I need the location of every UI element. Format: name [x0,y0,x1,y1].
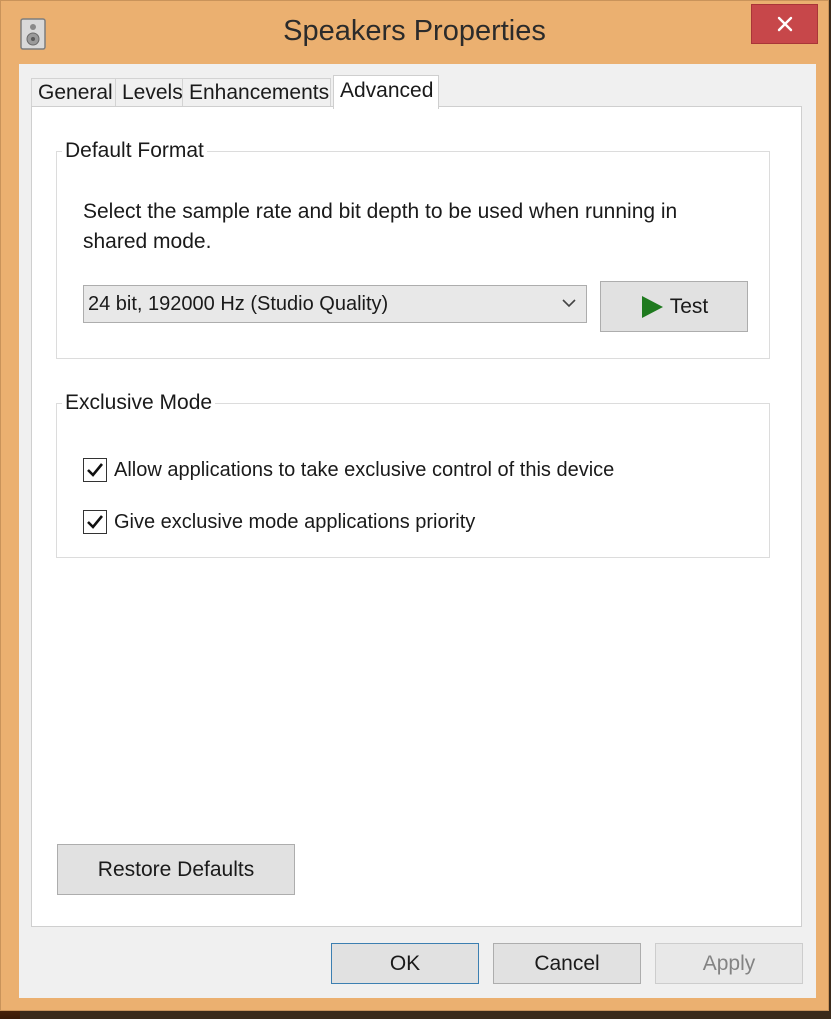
exclusive-priority-option[interactable]: Give exclusive mode applications priorit… [83,509,475,535]
window-title: Speakers Properties [283,15,546,47]
default-format-group: Default Format Select the sample rate an… [56,139,770,359]
sample-rate-dropdown[interactable]: 24 bit, 192000 Hz (Studio Quality) [83,285,587,323]
checkmark-icon [87,515,104,529]
test-button-label: Test [669,294,709,318]
title-bar[interactable]: Speakers Properties [1,1,828,63]
default-format-legend: Default Format [65,139,204,162]
exclusive-mode-group: Exclusive Mode Allow applications to tak… [56,391,770,558]
speakers-properties-dialog: Speakers Properties General Levels Enhan… [0,0,829,1011]
ok-button[interactable]: OK [331,943,479,984]
exclusive-priority-label: Give exclusive mode applications priorit… [114,510,476,533]
play-icon [641,295,663,318]
cancel-button[interactable]: Cancel [493,943,641,984]
tab-advanced[interactable]: Advanced [333,75,439,109]
sample-rate-value: 24 bit, 192000 Hz (Studio Quality) [88,293,389,315]
advanced-panel: Default Format Select the sample rate an… [31,106,802,927]
close-button[interactable] [751,4,818,44]
close-icon [777,16,792,32]
tab-levels[interactable]: Levels [115,78,183,107]
dialog-body: General Levels Enhancements Advanced Def… [19,64,816,998]
tab-enhancements[interactable]: Enhancements [182,78,331,107]
test-button[interactable]: Test [600,281,748,332]
allow-exclusive-control-option[interactable]: Allow applications to take exclusive con… [83,457,614,483]
chevron-down-icon [562,299,576,308]
allow-exclusive-control-label: Allow applications to take exclusive con… [114,458,615,481]
checkmark-icon [87,463,104,477]
exclusive-mode-legend: Exclusive Mode [65,391,213,414]
allow-exclusive-control-checkbox[interactable] [83,458,107,482]
restore-defaults-button[interactable]: Restore Defaults [57,844,295,895]
exclusive-priority-checkbox[interactable] [83,510,107,534]
default-format-description: Select the sample rate and bit depth to … [83,200,678,253]
apply-button[interactable]: Apply [655,943,803,984]
tab-general[interactable]: General [31,78,116,107]
